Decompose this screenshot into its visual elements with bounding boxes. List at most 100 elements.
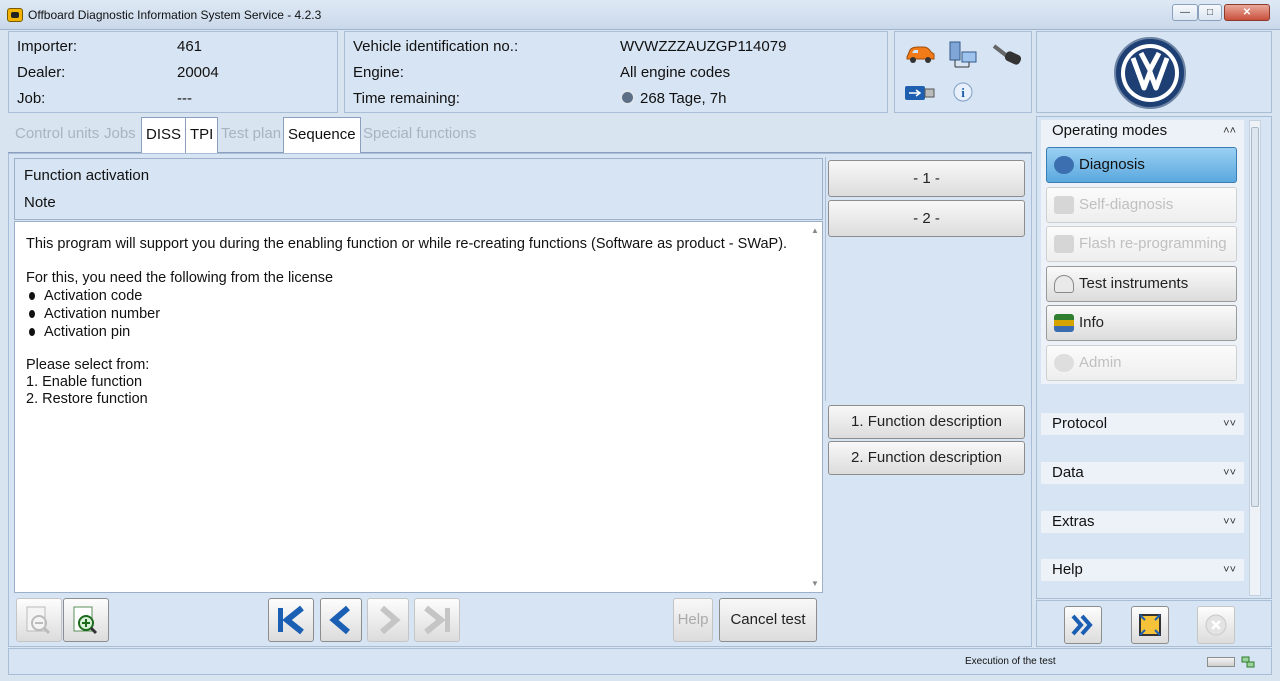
cancel-test-button[interactable]: Cancel test bbox=[719, 598, 817, 642]
intro-line: This program will support you during the… bbox=[26, 236, 788, 252]
time-value: 268 Tage, 7h bbox=[640, 90, 727, 107]
stethoscope-icon bbox=[1054, 156, 1074, 174]
time-label: Time remaining: bbox=[353, 90, 460, 107]
first-step-icon bbox=[278, 605, 304, 635]
dealer-label: Dealer: bbox=[17, 64, 66, 81]
expand-icon[interactable]: ˅˅ bbox=[1223, 462, 1236, 484]
collapse-icon[interactable]: ˄˄ bbox=[1223, 120, 1236, 142]
dealer-value: 20004 bbox=[177, 64, 219, 81]
info-balloon-icon[interactable]: i bbox=[952, 82, 974, 106]
function-description-2-button[interactable]: 2. Function description bbox=[828, 441, 1025, 475]
vw-logo bbox=[1113, 36, 1187, 110]
tab-diss[interactable]: DISS bbox=[141, 117, 187, 153]
vin-value: WVWZZZAUZGP114079 bbox=[620, 38, 787, 55]
tab-sequence[interactable]: Sequence bbox=[283, 117, 361, 154]
arrow-left-icon bbox=[329, 605, 350, 635]
list-item: Activation number bbox=[44, 306, 161, 322]
option-line: 2. Restore function bbox=[26, 391, 148, 407]
help-label: Help bbox=[1052, 561, 1083, 578]
importer-value: 461 bbox=[177, 38, 203, 55]
engine-value: All engine codes bbox=[620, 64, 731, 81]
mode-info-button[interactable]: Info bbox=[1046, 305, 1237, 341]
key-icon[interactable] bbox=[991, 42, 1025, 68]
job-label: Job: bbox=[17, 90, 46, 107]
mode-flash-button: Flash re-programming bbox=[1046, 226, 1237, 262]
network-icon[interactable] bbox=[948, 40, 978, 70]
data-section[interactable]: Data ˅˅ bbox=[1041, 462, 1244, 484]
sidebar-scrollbar[interactable] bbox=[1249, 120, 1261, 596]
mode-info-label: Info bbox=[1079, 314, 1105, 331]
last-step-button bbox=[414, 598, 460, 642]
operating-modes-header[interactable]: Operating modes ˄˄ bbox=[1041, 120, 1244, 142]
engine-label: Engine: bbox=[353, 64, 404, 81]
progress-indicator bbox=[1207, 657, 1235, 667]
double-chevron-right-icon bbox=[1071, 614, 1093, 636]
list-item: Activation pin bbox=[44, 324, 131, 340]
data-label: Data bbox=[1052, 464, 1084, 481]
expand-icon[interactable]: ˅˅ bbox=[1223, 511, 1236, 533]
extras-label: Extras bbox=[1052, 513, 1095, 530]
close-button[interactable]: ✕ bbox=[1224, 4, 1270, 21]
license-line: For this, you need the following from th… bbox=[26, 270, 334, 286]
expand-icon[interactable]: ˅˅ bbox=[1223, 559, 1236, 581]
app-icon bbox=[7, 8, 23, 22]
scroll-down-icon[interactable]: ▼ bbox=[811, 579, 819, 588]
expand-icon[interactable]: ˅˅ bbox=[1223, 413, 1236, 435]
fit-window-button[interactable] bbox=[1131, 606, 1169, 644]
scrollbar[interactable]: ▲ ▼ bbox=[810, 224, 820, 590]
tab-special-functions: Special functions bbox=[363, 125, 477, 142]
minimize-button[interactable]: — bbox=[1172, 4, 1198, 21]
mode-self-diagnosis-label: Self-diagnosis bbox=[1079, 196, 1174, 213]
maximize-button[interactable]: □ bbox=[1198, 4, 1222, 21]
scrollbar-thumb[interactable] bbox=[1251, 127, 1259, 507]
close-circle-icon bbox=[1205, 614, 1227, 636]
last-step-icon bbox=[424, 605, 450, 635]
job-value: --- bbox=[177, 90, 192, 107]
car-icon[interactable] bbox=[904, 44, 936, 64]
mode-test-instruments-label: Test instruments bbox=[1079, 275, 1189, 292]
zoom-out-icon bbox=[26, 606, 51, 635]
usb-connection-icon[interactable] bbox=[904, 84, 936, 102]
status-bar bbox=[8, 648, 1272, 675]
vw-small-icon bbox=[620, 90, 635, 105]
option-line: 1. Enable function bbox=[26, 374, 143, 390]
books-icon bbox=[1054, 314, 1074, 332]
tab-jobs: Jobs bbox=[104, 125, 136, 142]
gauge-icon bbox=[1054, 275, 1074, 293]
tab-control-units: Control units bbox=[15, 125, 100, 142]
tab-test-plan: Test plan bbox=[221, 125, 282, 142]
bullet-icon bbox=[29, 292, 35, 300]
function-description-1-button[interactable]: 1. Function description bbox=[828, 405, 1025, 439]
importer-label: Importer: bbox=[17, 38, 78, 55]
function-title: Function activation bbox=[24, 167, 150, 184]
first-step-button[interactable] bbox=[268, 598, 314, 642]
help-section[interactable]: Help ˅˅ bbox=[1041, 559, 1244, 581]
connection-status-icon bbox=[1241, 655, 1255, 668]
zoom-in-icon bbox=[73, 606, 98, 635]
gear-icon bbox=[1054, 354, 1074, 372]
operating-modes-title: Operating modes bbox=[1052, 122, 1168, 139]
mode-test-instruments-button[interactable]: Test instruments bbox=[1046, 266, 1237, 302]
protocol-section[interactable]: Protocol ˅˅ bbox=[1041, 413, 1244, 435]
select-prompt: Please select from: bbox=[26, 357, 150, 373]
scroll-up-icon[interactable]: ▲ bbox=[811, 226, 819, 235]
mode-self-diagnosis-button: Self-diagnosis bbox=[1046, 187, 1237, 223]
fit-screen-icon bbox=[1139, 614, 1161, 636]
tab-tpi[interactable]: TPI bbox=[185, 117, 219, 153]
mode-diagnosis-button[interactable]: Diagnosis bbox=[1046, 147, 1237, 183]
previous-step-button[interactable] bbox=[320, 598, 362, 642]
instruction-text-area: This program will support you during the… bbox=[14, 221, 823, 593]
extras-section[interactable]: Extras ˅˅ bbox=[1041, 511, 1244, 533]
forward-button[interactable] bbox=[1064, 606, 1102, 644]
arrow-right-icon bbox=[380, 605, 401, 635]
mode-admin-label: Admin bbox=[1079, 354, 1122, 371]
zoom-out-button bbox=[16, 598, 62, 642]
list-item: Activation code bbox=[44, 288, 143, 304]
bullet-icon bbox=[29, 328, 35, 336]
zoom-in-button[interactable] bbox=[63, 598, 109, 642]
exit-button bbox=[1197, 606, 1235, 644]
option-1-button[interactable]: - 1 - bbox=[828, 160, 1025, 197]
mode-flash-label: Flash re-programming bbox=[1079, 235, 1227, 252]
option-2-button[interactable]: - 2 - bbox=[828, 200, 1025, 237]
hand-icon bbox=[1054, 196, 1074, 214]
